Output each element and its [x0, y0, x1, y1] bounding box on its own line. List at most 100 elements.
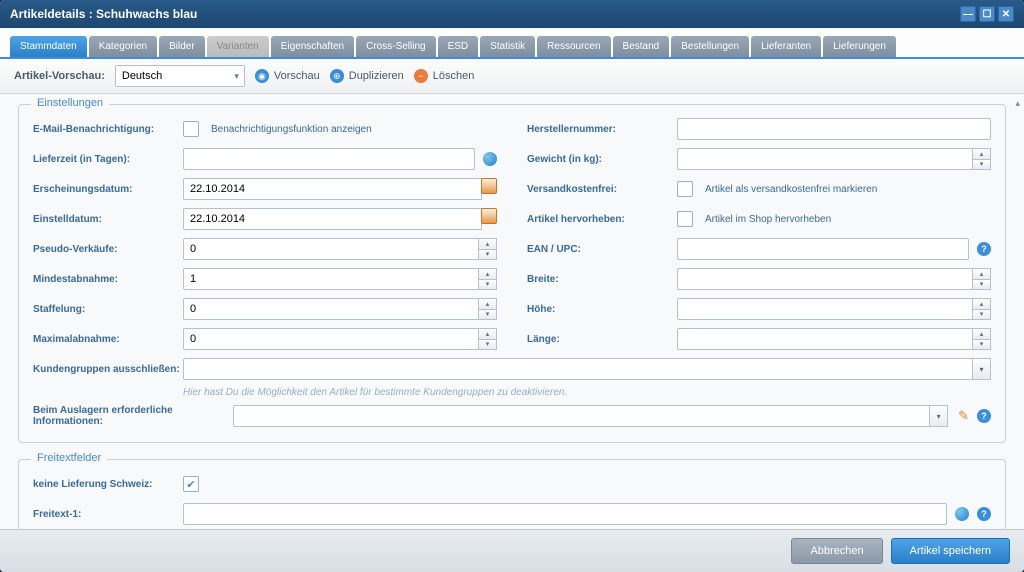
pseudo-input[interactable] [183, 238, 479, 260]
help-icon[interactable]: ? [977, 507, 991, 521]
spinner-down[interactable]: ▾ [479, 339, 497, 351]
tab-statistik[interactable]: Statistik [480, 36, 535, 57]
hoehe-input[interactable] [677, 298, 973, 320]
minus-icon: − [414, 69, 428, 83]
erscheinung-input[interactable] [183, 178, 482, 200]
hersteller-label: Herstellernummer: [527, 124, 677, 135]
tab-crossselling[interactable]: Cross-Selling [356, 36, 435, 57]
mindest-label: Mindestabnahme: [33, 274, 183, 285]
spinner-down[interactable]: ▾ [479, 279, 497, 291]
combo-trigger[interactable]: ▾ [930, 405, 948, 427]
spinner-up[interactable]: ▴ [973, 298, 991, 309]
kunden-hint: Hier hast Du die Möglichkeit den Artikel… [183, 387, 991, 398]
spinner-down[interactable]: ▾ [973, 279, 991, 291]
eye-icon: ◉ [255, 69, 269, 83]
frei1-label: Freitext-1: [33, 509, 183, 520]
keine-label: keine Lieferung Schweiz: [33, 479, 183, 490]
spinner-down[interactable]: ▾ [973, 309, 991, 321]
email-label: E-Mail-Benachrichtigung: [33, 124, 183, 135]
preview-button[interactable]: ◉Vorschau [255, 69, 320, 83]
freitext-fieldset: Freitextfelder keine Lieferung Schweiz:✔… [18, 459, 1006, 529]
hervor-text: Artikel im Shop hervorheben [705, 214, 831, 225]
tab-stammdaten[interactable]: Stammdaten [10, 36, 87, 57]
spinner-up[interactable]: ▴ [973, 328, 991, 339]
staffel-label: Staffelung: [33, 304, 183, 315]
spinner-down[interactable]: ▾ [973, 159, 991, 171]
einstell-label: Einstelldatum: [33, 214, 183, 225]
versand-label: Versandkostenfrei: [527, 184, 677, 195]
globe-icon[interactable] [955, 507, 969, 521]
calendar-icon[interactable] [481, 208, 497, 224]
tab-lieferungen[interactable]: Lieferungen [823, 36, 896, 57]
help-icon[interactable]: ? [977, 409, 991, 423]
hervor-label: Artikel hervorheben: [527, 214, 677, 225]
content-area[interactable]: ▴ Einstellungen E-Mail-Benachrichtigung:… [0, 94, 1024, 529]
pseudo-label: Pseudo-Verkäufe: [33, 244, 183, 255]
laenge-label: Länge: [527, 334, 677, 345]
spinner-up[interactable]: ▴ [973, 148, 991, 159]
einstellungen-fieldset: Einstellungen E-Mail-Benachrichtigung:Be… [18, 104, 1006, 443]
spinner-down[interactable]: ▾ [479, 249, 497, 261]
duplicate-icon: ⊕ [330, 69, 344, 83]
tab-bestellungen[interactable]: Bestellungen [671, 36, 749, 57]
spinner-up[interactable]: ▴ [479, 238, 497, 249]
einstell-input[interactable] [183, 208, 482, 230]
kunden-label: Kundengruppen ausschließen: [33, 364, 183, 375]
lieferzeit-input[interactable] [183, 148, 475, 170]
hersteller-input[interactable] [677, 118, 991, 140]
laenge-input[interactable] [677, 328, 973, 350]
spinner-up[interactable]: ▴ [973, 268, 991, 279]
versand-text: Artikel als versandkostenfrei markieren [705, 184, 877, 195]
auslagern-combo[interactable] [233, 405, 930, 427]
spinner-up[interactable]: ▴ [479, 328, 497, 339]
help-icon[interactable]: ? [977, 242, 991, 256]
pencil-icon[interactable]: ✎ [958, 408, 969, 424]
titlebar: Artikeldetails : Schuhwachs blau — ☐ ✕ [0, 0, 1024, 28]
ean-input[interactable] [677, 238, 969, 260]
keine-checkbox[interactable]: ✔ [183, 476, 199, 492]
gewicht-input[interactable] [677, 148, 973, 170]
erscheinung-label: Erscheinungsdatum: [33, 184, 183, 195]
tab-kategorien[interactable]: Kategorien [89, 36, 157, 57]
spinner-up[interactable]: ▴ [479, 298, 497, 309]
calendar-icon[interactable] [481, 178, 497, 194]
duplicate-button[interactable]: ⊕Duplizieren [330, 69, 404, 83]
scroll-up-icon[interactable]: ▴ [1015, 98, 1020, 109]
tab-bar: Stammdaten Kategorien Bilder Varianten E… [0, 28, 1024, 59]
globe-icon[interactable] [483, 152, 497, 166]
save-button[interactable]: Artikel speichern [891, 538, 1010, 564]
hervor-checkbox[interactable] [677, 211, 693, 227]
maximize-button[interactable]: ☐ [979, 6, 995, 22]
tab-lieferanten[interactable]: Lieferanten [751, 36, 821, 57]
staffel-input[interactable] [183, 298, 479, 320]
tab-ressourcen[interactable]: Ressourcen [537, 36, 610, 57]
email-checkbox[interactable] [183, 121, 199, 137]
window-title: Artikeldetails : Schuhwachs blau [10, 7, 197, 21]
spinner-up[interactable]: ▴ [479, 268, 497, 279]
versand-checkbox[interactable] [677, 181, 693, 197]
right-column: Herstellernummer: Gewicht (in kg):▴▾ Ver… [527, 117, 991, 357]
toolbar: Artikel-Vorschau: Deutsch ◉Vorschau ⊕Dup… [0, 59, 1024, 94]
tab-eigenschaften[interactable]: Eigenschaften [271, 36, 354, 57]
language-combo[interactable]: Deutsch [115, 65, 245, 87]
delete-button[interactable]: −Löschen [414, 69, 475, 83]
email-text: Benachrichtigungsfunktion anzeigen [211, 124, 372, 135]
preview-label: Artikel-Vorschau: [14, 70, 105, 82]
frei1-input[interactable] [183, 503, 947, 525]
breite-input[interactable] [677, 268, 973, 290]
tab-bestand[interactable]: Bestand [613, 36, 670, 57]
maximal-label: Maximalabnahme: [33, 334, 183, 345]
tab-bilder[interactable]: Bilder [159, 36, 205, 57]
kunden-combo[interactable] [183, 358, 973, 380]
mindest-input[interactable] [183, 268, 479, 290]
minimize-button[interactable]: — [960, 6, 976, 22]
close-button[interactable]: ✕ [998, 6, 1014, 22]
article-details-window: Artikeldetails : Schuhwachs blau — ☐ ✕ S… [0, 0, 1024, 572]
combo-trigger[interactable]: ▾ [973, 358, 991, 380]
spinner-down[interactable]: ▾ [479, 309, 497, 321]
spinner-down[interactable]: ▾ [973, 339, 991, 351]
maximal-input[interactable] [183, 328, 479, 350]
cancel-button[interactable]: Abbrechen [791, 538, 882, 564]
tab-esd[interactable]: ESD [438, 36, 479, 57]
tab-varianten[interactable]: Varianten [207, 36, 269, 57]
